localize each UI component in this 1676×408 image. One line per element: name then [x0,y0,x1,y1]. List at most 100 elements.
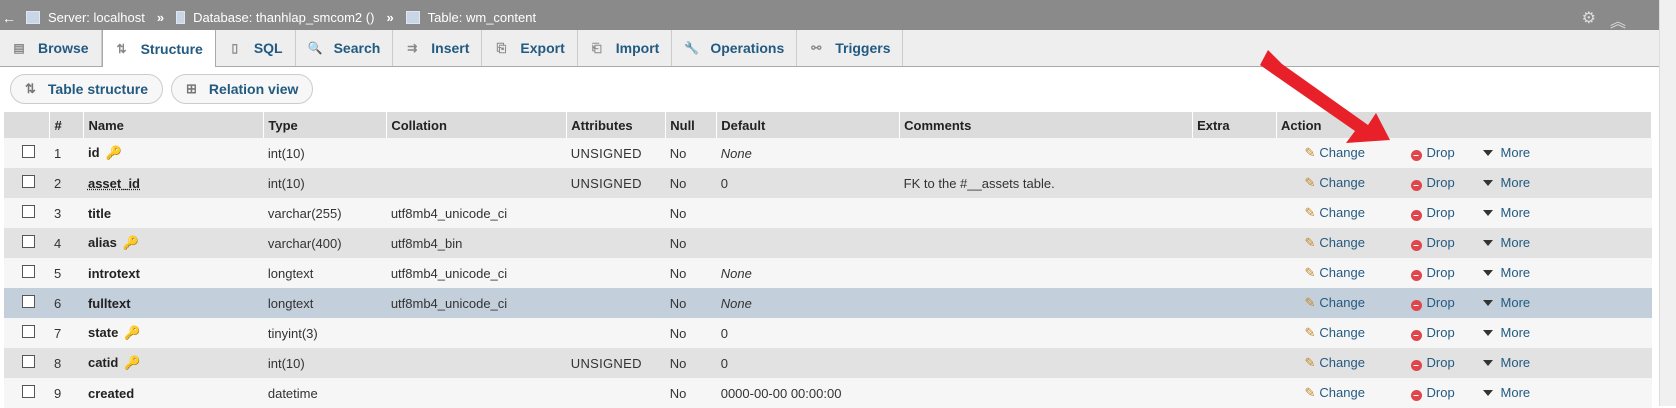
row-checkbox[interactable] [22,175,35,188]
top-breadcrumb-bar: ← Server: localhost » Database: thanhlap… [0,0,1660,34]
row-checkbox[interactable] [22,145,35,158]
more-dropdown[interactable]: More [1482,235,1530,250]
drop-link[interactable]: – Drop [1410,385,1483,401]
change-link[interactable]: ✎ Change [1305,235,1411,251]
breadcrumb-server[interactable]: Server: localhost [48,10,145,25]
tab-search[interactable]: 🔍 Search [296,30,394,66]
tab-insert[interactable]: ⇉ Insert [393,30,483,66]
row-checkbox[interactable] [22,385,35,398]
table-row[interactable]: 6 fulltext longtext utf8mb4_unicode_ci No Non… [4,288,1652,318]
tab-export[interactable]: ⎘ Export [482,30,578,66]
change-link[interactable]: ✎ Change [1305,205,1411,221]
change-link[interactable]: ✎ Change [1305,175,1411,191]
row-checkbox[interactable] [22,325,35,338]
index-key-icon: 🔑 [124,325,141,340]
column-name: fulltext [87,295,131,311]
col-header-name[interactable]: Name [83,112,265,138]
drop-link[interactable]: – Drop [1410,145,1483,161]
more-dropdown[interactable]: More [1482,355,1530,370]
tab-import[interactable]: ⎗ Import [578,30,673,66]
change-link[interactable]: ✎ Change [1305,385,1411,401]
cell-number: 8 [49,348,84,378]
col-header-extra[interactable]: Extra [1192,112,1278,138]
pencil-icon: ✎ [1304,385,1316,400]
col-header-comments[interactable]: Comments [899,112,1194,138]
change-link[interactable]: ✎ Change [1305,355,1411,371]
gear-icon[interactable]: ⚙ [1582,8,1596,32]
col-header-type[interactable]: Type [263,112,388,138]
cell-extra [1192,348,1277,378]
change-link[interactable]: ✎ Change [1305,265,1411,281]
tab-operations[interactable]: 🔧 Operations [672,30,798,66]
more-dropdown[interactable]: More [1482,325,1530,340]
cell-collation [386,168,567,198]
tab-triggers[interactable]: ⚯ Triggers [797,30,904,66]
change-link[interactable]: ✎ Change [1305,145,1411,161]
table-row[interactable]: 1 id 🔑 int(10) UNSIGNED No None ✎ Change – Drop Mor… [4,138,1652,168]
back-arrow-icon[interactable]: ← [2,10,16,26]
cell-comments [899,288,1193,318]
more-dropdown[interactable]: More [1482,295,1530,310]
cell-type: longtext [263,288,387,318]
cell-number: 9 [49,378,84,408]
table-row[interactable]: 3 title varchar(255) utf8mb4_unicode_ci No ✎ C… [4,198,1652,228]
vertical-scrollbar[interactable] [1659,0,1676,406]
cell-attributes [566,378,666,408]
table-structure-button[interactable]: ⇅ Table structure [10,74,164,104]
more-dropdown[interactable]: More [1482,205,1530,220]
index-key-icon: 🔑 [122,235,140,250]
change-label: Change [1319,175,1365,190]
col-header-default[interactable]: Default [716,112,901,138]
insert-icon: ⇉ [407,41,418,55]
change-label: Change [1319,235,1365,250]
drop-label: Drop [1426,175,1455,190]
change-link[interactable]: ✎ Change [1305,295,1411,311]
breadcrumb-database[interactable]: Database: thanhlap_smcom2 () [193,10,374,25]
more-dropdown[interactable]: More [1482,145,1530,160]
relation-view-button[interactable]: ⊞ Relation view [171,74,314,104]
cell-extra [1192,318,1277,348]
drop-label: Drop [1426,205,1455,220]
col-header-collation[interactable]: Collation [386,112,568,138]
pencil-icon: ✎ [1304,205,1316,220]
more-dropdown[interactable]: More [1482,265,1530,280]
tab-sql[interactable]: ▯ SQL [216,30,296,66]
table-row[interactable]: 8 catid 🔑 int(10) UNSIGNED No 0 ✎ Change – Drop Mor… [4,348,1652,378]
change-link[interactable]: ✎ Change [1305,325,1411,341]
drop-icon: – [1410,300,1422,311]
tab-browse[interactable]: ▤ Browse [0,30,102,66]
drop-link[interactable]: – Drop [1410,355,1483,371]
pencil-icon: ✎ [1304,325,1316,340]
search-icon: 🔍 [307,41,323,55]
cell-comments [899,378,1193,408]
col-header-attributes[interactable]: Attributes [566,112,667,138]
cell-extra [1192,168,1277,198]
more-dropdown[interactable]: More [1482,175,1530,190]
tab-structure[interactable]: ⇅ Structure [101,30,216,67]
table-row[interactable]: 2 asset_id int(10) UNSIGNED No 0 FK to the #__… [4,168,1652,198]
row-checkbox[interactable] [22,295,35,308]
drop-link[interactable]: – Drop [1410,325,1483,341]
cell-number: 4 [49,228,84,258]
row-checkbox[interactable] [22,355,35,368]
drop-link[interactable]: – Drop [1410,235,1483,251]
table-row[interactable]: 5 introtext longtext utf8mb4_unicode_ci No No… [4,258,1652,288]
row-checkbox[interactable] [22,235,35,248]
col-header-null[interactable]: Null [665,112,718,138]
table-row[interactable]: 9 created datetime No 0000-00-00 00:00:00 ✎ Ch… [4,378,1652,408]
change-label: Change [1319,385,1365,400]
more-dropdown[interactable]: More [1482,385,1530,400]
row-checkbox[interactable] [22,205,35,218]
drop-link[interactable]: – Drop [1410,175,1483,191]
cell-attributes [566,198,666,228]
collapse-icon[interactable]: ︽ [1610,8,1626,32]
cell-default: None [716,258,900,288]
drop-link[interactable]: – Drop [1410,295,1483,311]
row-checkbox[interactable] [22,265,35,278]
breadcrumb-table[interactable]: Table: wm_content [428,10,536,25]
table-row[interactable]: 4 alias 🔑 varchar(400) utf8mb4_bin No ✎ Change –… [4,228,1652,258]
drop-link[interactable]: – Drop [1410,205,1483,221]
drop-link[interactable]: – Drop [1410,265,1483,281]
table-row[interactable]: 7 state 🔑 tinyint(3) No 0 ✎ Change – Drop More [4,318,1652,348]
col-header-number[interactable]: # [49,112,85,138]
